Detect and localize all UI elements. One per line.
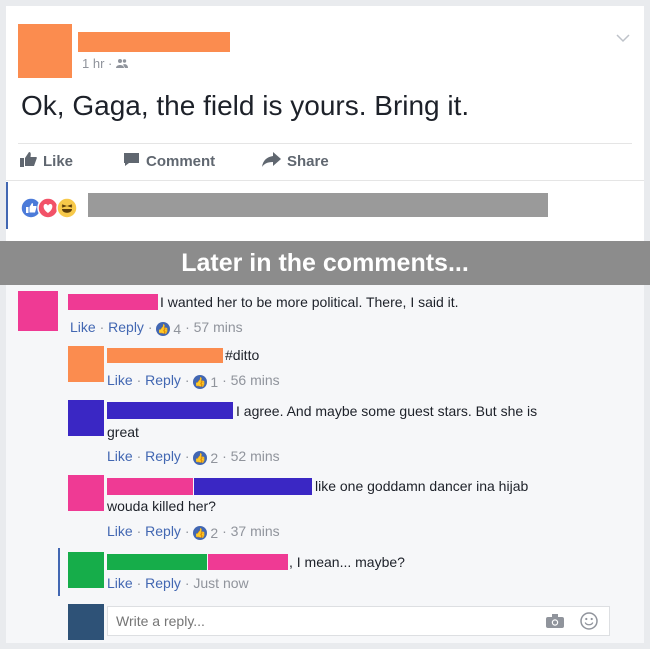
commenter-avatar[interactable] <box>68 475 104 511</box>
comment-like-count[interactable]: 👍 4 <box>156 321 181 337</box>
later-comments-banner: Later in the comments... <box>0 241 650 285</box>
comment-text-line2: great <box>107 424 139 440</box>
comment-text: like one goddamn dancer ina hijab <box>315 478 529 494</box>
comment-meta: Like · Reply · 👍 2 · 52 mins <box>107 448 280 466</box>
like-icon: 👍 <box>193 526 208 540</box>
like-icon: 👍 <box>156 322 171 336</box>
comment-text: I wanted her to be more political. There… <box>160 294 459 310</box>
divider <box>6 180 644 181</box>
commenter-name-redacted[interactable] <box>107 348 223 363</box>
comments-area <box>6 285 644 643</box>
comment-text-line2: wouda killed her? <box>107 498 216 514</box>
comment-meta: Like · Reply · 👍 2 · 37 mins <box>107 523 280 541</box>
comment-time[interactable]: 56 mins <box>231 372 280 388</box>
comment-time[interactable]: 37 mins <box>231 523 280 539</box>
commenter-avatar[interactable] <box>68 400 104 436</box>
like-icon: 👍 <box>193 451 208 465</box>
comment-like-count[interactable]: 👍 1 <box>193 374 218 390</box>
commenter-name-redacted[interactable] <box>107 478 193 495</box>
reactions-accent-bar <box>6 182 8 229</box>
commenter-avatar[interactable] <box>68 346 104 382</box>
comment-text: , I mean... maybe? <box>289 554 405 570</box>
mentioned-name-redacted[interactable] <box>194 478 312 495</box>
reactions-icons[interactable] <box>20 197 84 219</box>
mentioned-name-redacted[interactable] <box>208 554 288 570</box>
reactions-names-redacted[interactable] <box>88 193 548 217</box>
commenter-avatar[interactable] <box>18 291 58 331</box>
comment-like-count[interactable]: 👍 2 <box>193 525 218 541</box>
comment-reply-link[interactable]: Reply <box>108 319 144 335</box>
author-name-redacted[interactable] <box>78 32 230 52</box>
divider <box>18 143 632 144</box>
commenter-avatar[interactable] <box>68 552 104 588</box>
share-button[interactable]: Share <box>262 152 329 171</box>
share-icon <box>262 152 281 171</box>
comment-button[interactable]: Comment <box>123 152 215 171</box>
current-user-avatar <box>68 604 104 640</box>
comment-time[interactable]: Just now <box>193 575 248 591</box>
comment-icon <box>123 152 140 171</box>
friends-icon <box>116 56 128 71</box>
comment-reply-link[interactable]: Reply <box>145 575 181 591</box>
like-icon: 👍 <box>193 375 208 389</box>
comment-reply-link[interactable]: Reply <box>145 448 181 464</box>
post-card: 1 hr · Ok, Gaga, the field is yours. Bri… <box>0 6 650 643</box>
haha-icon <box>56 197 78 224</box>
comment-text: #ditto <box>225 347 260 363</box>
emoji-icon[interactable] <box>580 612 598 635</box>
comment-meta: Like · Reply · Just now <box>107 575 249 591</box>
chevron-down-icon[interactable] <box>616 30 630 48</box>
like-button[interactable]: Like <box>20 152 73 171</box>
comment-text: I agree. And maybe some guest stars. But… <box>236 403 538 419</box>
comment-time[interactable]: 57 mins <box>194 319 243 335</box>
new-comment-accent-bar <box>58 548 60 596</box>
reply-box[interactable] <box>107 606 610 636</box>
camera-icon[interactable] <box>546 614 564 633</box>
comment-like-link[interactable]: Like <box>107 448 133 464</box>
commenter-name-redacted[interactable] <box>107 554 207 570</box>
comment-meta: Like · Reply · 👍 1 · 56 mins <box>107 372 280 390</box>
comment-reply-link[interactable]: Reply <box>145 372 181 388</box>
post-time[interactable]: 1 hr <box>82 56 104 71</box>
post-meta: 1 hr · <box>82 56 128 71</box>
comment-like-count[interactable]: 👍 2 <box>193 450 218 466</box>
comment-reply-link[interactable]: Reply <box>145 523 181 539</box>
comment-meta: Like · Reply · 👍 4 · 57 mins <box>70 319 243 337</box>
commenter-name-redacted[interactable] <box>107 402 233 419</box>
comment-like-link[interactable]: Like <box>107 575 133 591</box>
comment-like-link[interactable]: Like <box>107 372 133 388</box>
author-avatar[interactable] <box>18 24 72 78</box>
comment-time[interactable]: 52 mins <box>231 448 280 464</box>
comment-like-link[interactable]: Like <box>70 319 96 335</box>
thumbs-up-icon <box>20 152 37 171</box>
reply-input[interactable] <box>114 611 538 631</box>
comment-like-link[interactable]: Like <box>107 523 133 539</box>
post-text: Ok, Gaga, the field is yours. Bring it. <box>21 90 470 121</box>
commenter-name-redacted[interactable] <box>68 294 158 310</box>
